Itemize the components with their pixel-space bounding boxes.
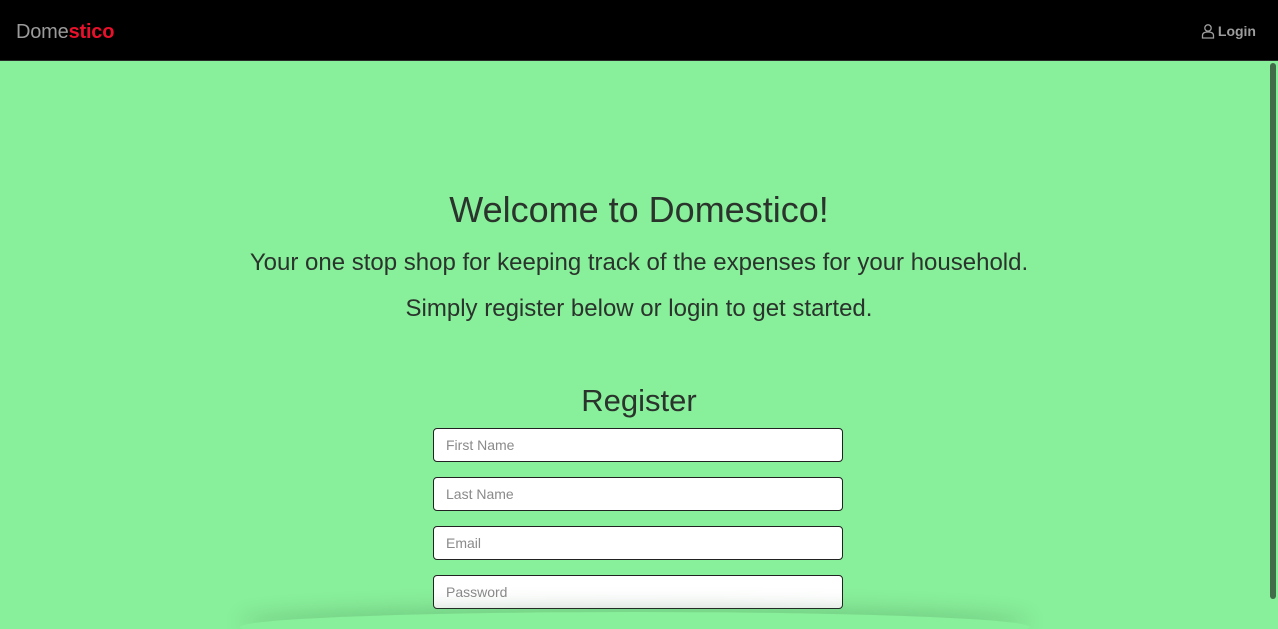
scrollbar-thumb[interactable] bbox=[1270, 63, 1276, 599]
brand-text-part1: Dome bbox=[16, 21, 69, 43]
call-to-action-text: Simply register below or login to get st… bbox=[405, 295, 873, 322]
login-label: Login bbox=[1217, 23, 1256, 39]
brand-text-part2: stico bbox=[68, 21, 115, 43]
register-heading: Register bbox=[581, 383, 697, 418]
user-icon bbox=[1201, 23, 1215, 39]
top-navbar: Domestico Login bbox=[0, 0, 1278, 61]
welcome-title: Welcome to Domestico! bbox=[449, 189, 829, 230]
email-input[interactable] bbox=[433, 526, 843, 560]
last-name-input[interactable] bbox=[433, 477, 843, 511]
password-input[interactable] bbox=[433, 575, 843, 609]
brand-logo[interactable]: Domestico bbox=[16, 20, 114, 44]
tagline-text: Your one stop shop for keeping track of … bbox=[249, 249, 1029, 276]
login-link[interactable]: Login bbox=[1201, 22, 1256, 40]
page-scrollbar[interactable] bbox=[1269, 61, 1278, 629]
first-name-input[interactable] bbox=[433, 428, 843, 462]
card-shadow-edge bbox=[240, 612, 1030, 629]
